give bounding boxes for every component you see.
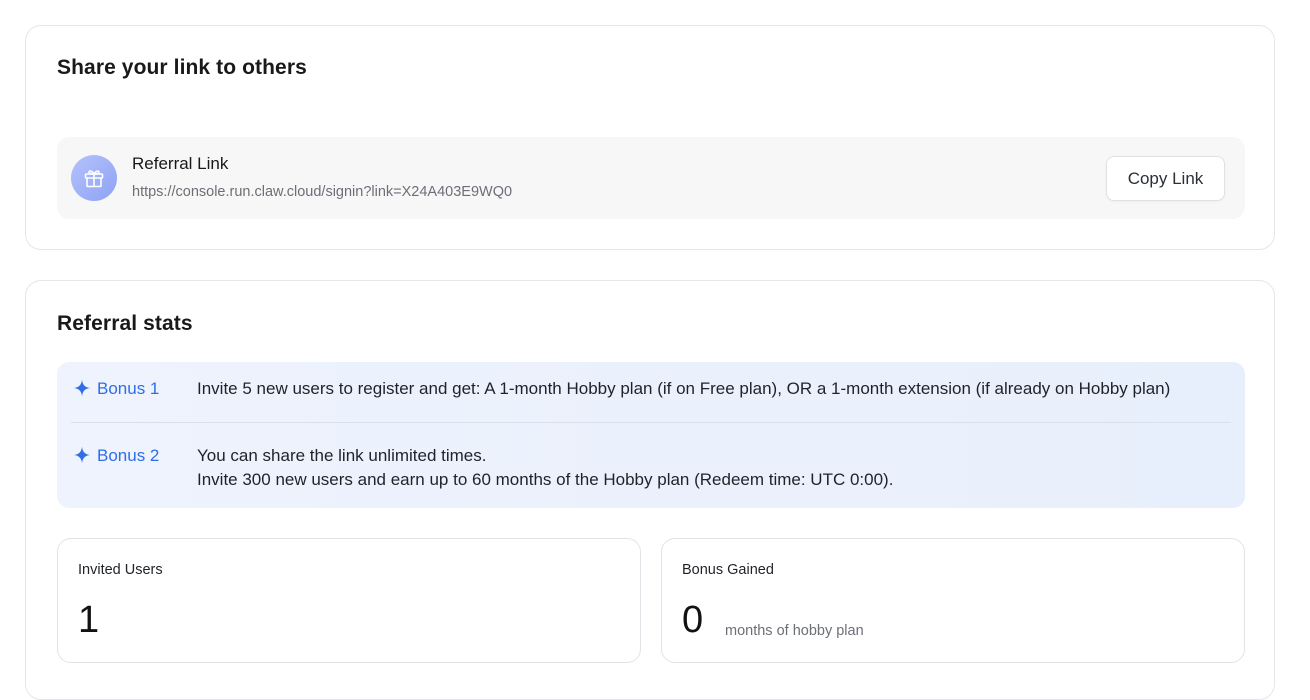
sparkle-icon: [73, 446, 91, 464]
invited-users-label: Invited Users: [78, 562, 163, 578]
referral-stats-card: Referral stats Bonus 1 Invite 5 new user…: [25, 280, 1275, 700]
bonus-gained-value: 0: [682, 599, 704, 641]
bonus-name: Bonus 2: [97, 446, 160, 465]
share-card: Share your link to others Referral Link …: [25, 25, 1275, 250]
bonus-name: Bonus 1: [97, 379, 160, 398]
referral-link-label: Referral Link: [132, 154, 229, 173]
stats-title: Referral stats: [57, 312, 193, 335]
bonus-description: You can share the link unlimited times.: [197, 446, 487, 465]
bonus-item: Bonus 1 Invite 5 new users to register a…: [57, 362, 1245, 422]
sparkle-icon: [73, 379, 91, 397]
invited-users-card: Invited Users 1: [57, 538, 641, 663]
bonus-gained-label: Bonus Gained: [682, 562, 774, 578]
copy-link-button[interactable]: Copy Link: [1106, 156, 1225, 201]
share-title: Share your link to others: [57, 56, 307, 79]
bonus-gained-card: Bonus Gained 0 months of hobby plan: [661, 538, 1245, 663]
referral-link-url: https://console.run.claw.cloud/signin?li…: [132, 184, 513, 200]
referral-link-box: Referral Link https://console.run.claw.c…: [57, 137, 1245, 219]
invited-users-value: 1: [78, 599, 100, 641]
gift-icon: [71, 155, 117, 201]
bonus-gained-unit: months of hobby plan: [725, 623, 864, 639]
bonus-item: Bonus 2 You can share the link unlimited…: [57, 423, 1245, 508]
bonus-description: Invite 300 new users and earn up to 60 m…: [197, 470, 894, 489]
bonus-description: Invite 5 new users to register and get: …: [197, 379, 1171, 398]
bonus-list: Bonus 1 Invite 5 new users to register a…: [57, 362, 1245, 508]
